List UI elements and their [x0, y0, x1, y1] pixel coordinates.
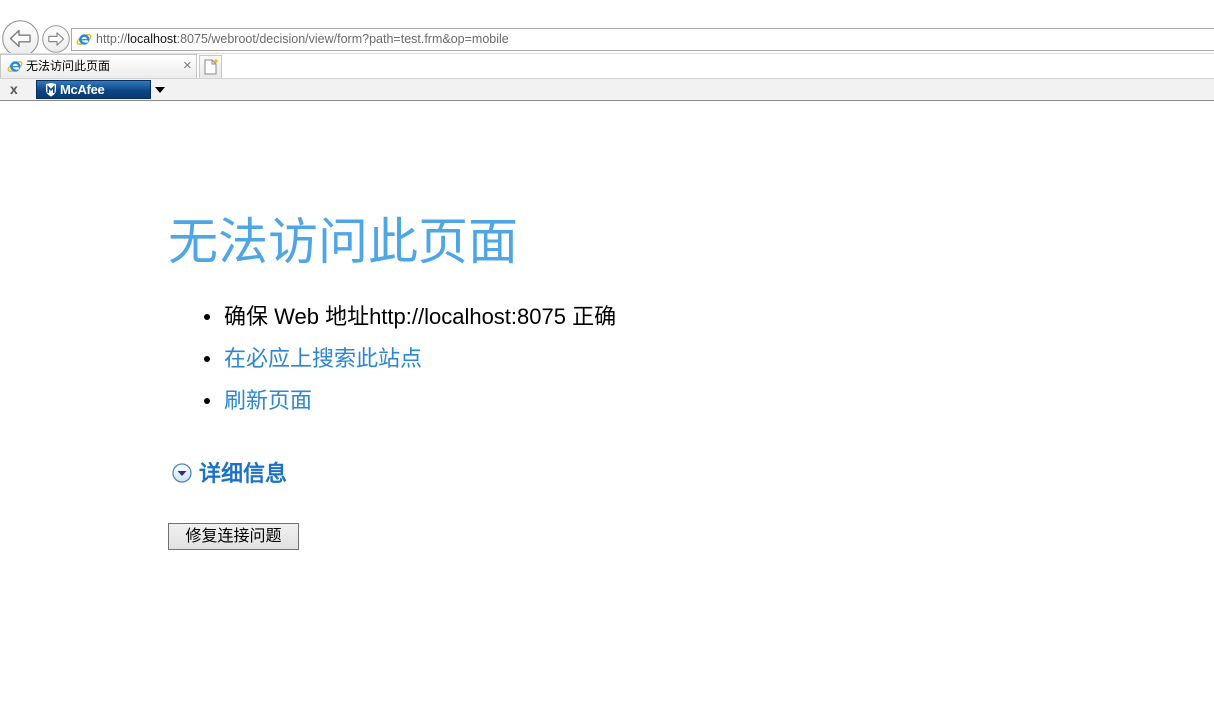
page-title: 无法访问此页面 — [168, 214, 518, 270]
toolbar-close-button[interactable]: x — [10, 79, 18, 99]
mcafee-dropdown-button[interactable] — [154, 86, 166, 94]
chevron-down-circle-icon — [172, 463, 192, 483]
url-path: :8075/webroot/decision/view/form?path=te… — [176, 32, 509, 46]
check-address-text: 确保 Web 地址http://localhost:8075 正确 — [224, 304, 617, 329]
url-scheme: http:// — [96, 32, 128, 46]
fix-connection-button[interactable]: 修复连接问题 — [168, 523, 299, 550]
details-label: 详细信息 — [199, 461, 288, 486]
bullet-dot — [204, 356, 210, 362]
address-bar[interactable]: http://localhost:8075/webroot/decision/v… — [71, 28, 1214, 51]
forward-arrow-icon — [42, 25, 70, 53]
details-toggle[interactable]: 详细信息 — [172, 460, 302, 488]
ie-icon — [7, 58, 23, 74]
mcafee-shield-icon — [46, 83, 56, 97]
bullet-dot — [204, 398, 210, 404]
back-button[interactable] — [2, 20, 39, 57]
url-host: localhost — [127, 32, 177, 46]
browser-chrome: http://localhost:8075/webroot/decision/v… — [0, 0, 1214, 101]
mcafee-label: McAfee — [60, 82, 105, 97]
back-arrow-icon — [2, 20, 39, 57]
address-url[interactable]: http://localhost:8075/webroot/decision/v… — [96, 29, 509, 50]
tab-active[interactable]: 无法访问此页面 × — [0, 54, 197, 78]
bullet-dot — [204, 314, 210, 320]
tab-title: 无法访问此页面 — [26, 59, 111, 73]
list-item: 确保 Web 地址http://localhost:8075 正确 — [204, 303, 804, 331]
new-tab-button[interactable] — [199, 55, 222, 78]
bing-search-link[interactable]: 在必应上搜索此站点 — [224, 345, 422, 373]
list-item: 刷新页面 — [204, 387, 804, 415]
list-item: 在必应上搜索此站点 — [204, 345, 804, 373]
refresh-page-link[interactable]: 刷新页面 — [224, 387, 312, 415]
tab-close-button[interactable]: × — [183, 55, 192, 77]
ie-icon — [76, 31, 92, 47]
new-tab-icon — [204, 58, 219, 75]
mcafee-toolbar: x McAfee — [0, 78, 1214, 100]
forward-button[interactable] — [42, 25, 70, 53]
dropdown-arrow-icon — [155, 87, 165, 93]
mcafee-button[interactable]: McAfee — [36, 80, 151, 99]
